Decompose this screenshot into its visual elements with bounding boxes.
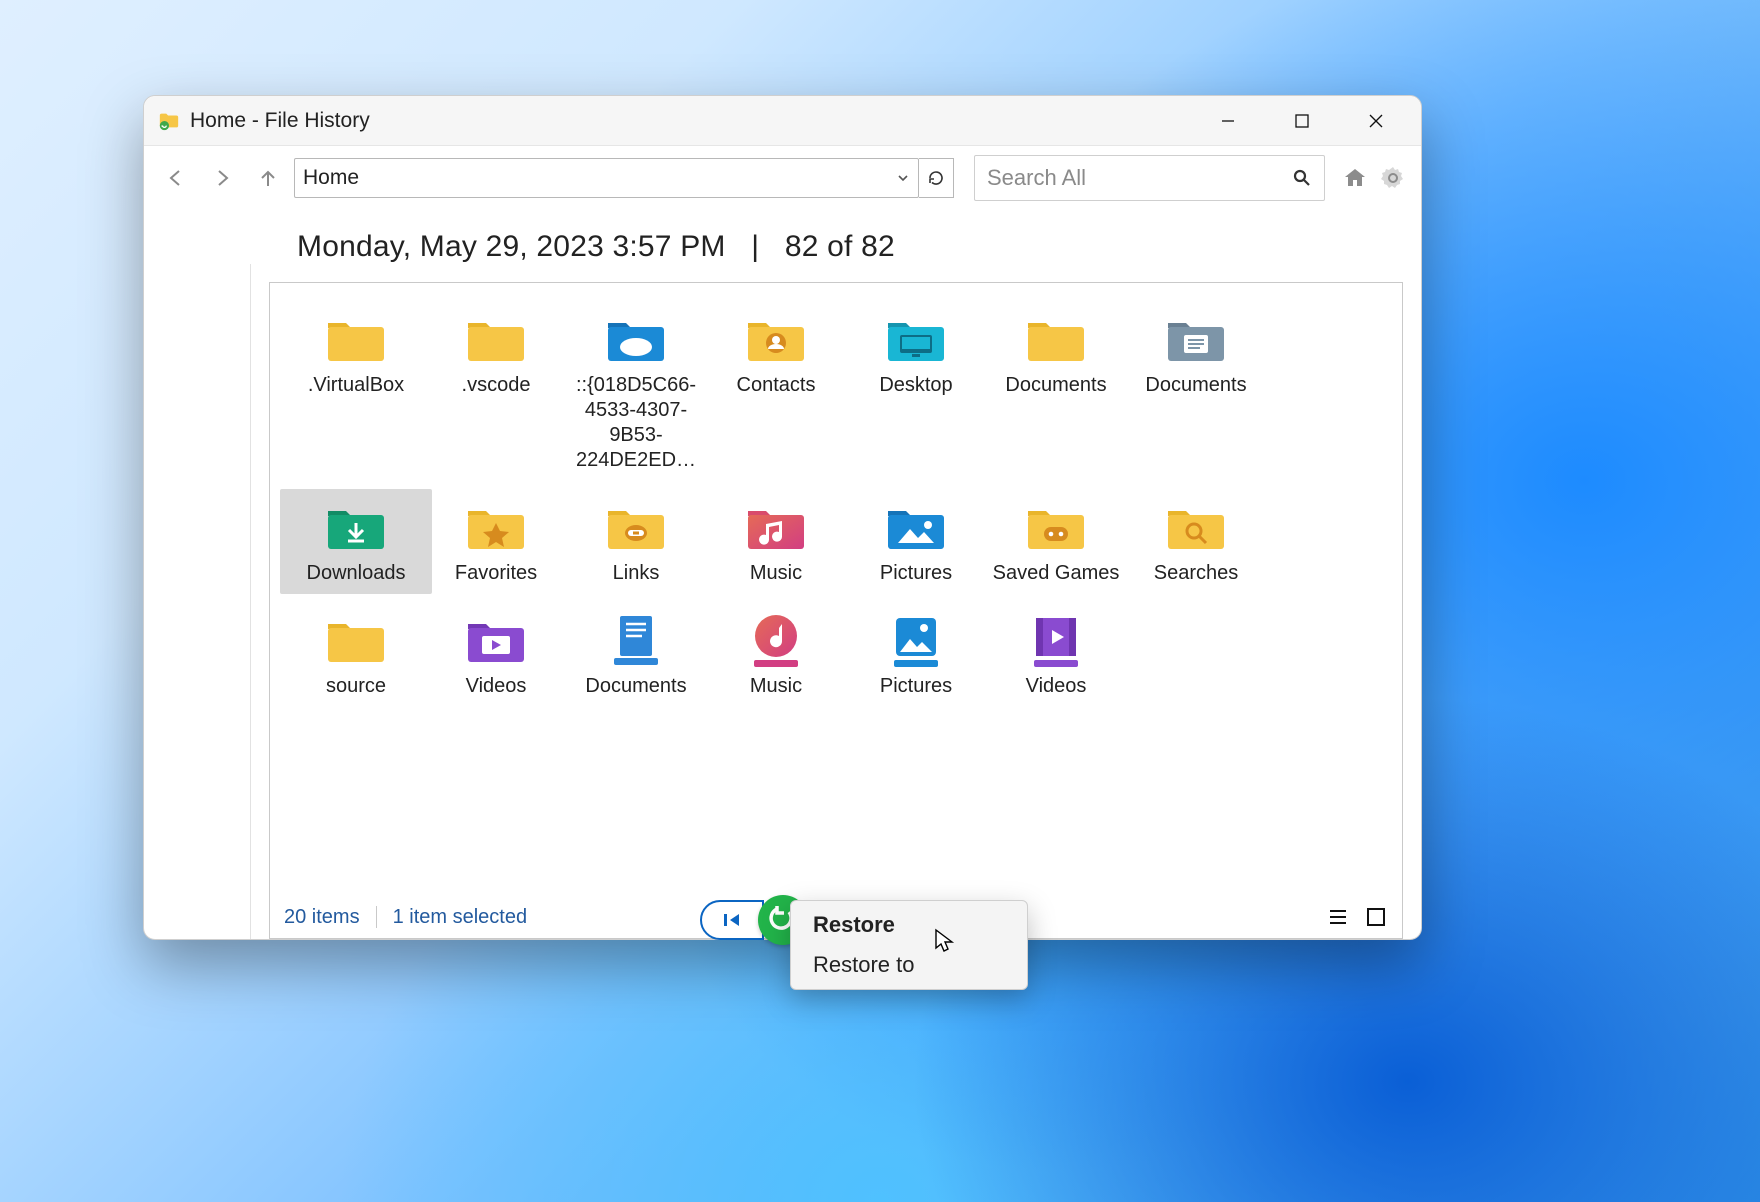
lib-doc-blue-icon: [600, 612, 672, 668]
file-item-label: Documents: [1145, 373, 1246, 398]
desktop-background: Home - File History Home Search All: [0, 0, 1760, 1202]
file-item-label: Videos: [1026, 674, 1087, 699]
file-item[interactable]: source: [280, 602, 432, 707]
app-icon: [158, 110, 180, 132]
file-history-window: Home - File History Home Search All: [143, 95, 1422, 940]
file-item-label: Searches: [1154, 561, 1239, 586]
file-item[interactable]: Favorites: [420, 489, 572, 594]
file-item-label: ::{018D5C66-4533-4307-9B53-224DE2ED…: [571, 373, 701, 473]
folder-yellow-icon: [320, 612, 392, 668]
file-item[interactable]: ::{018D5C66-4533-4307-9B53-224DE2ED…: [560, 301, 712, 481]
file-item-label: Saved Games: [993, 561, 1120, 586]
file-item-label: Links: [613, 561, 660, 586]
file-item-label: source: [326, 674, 386, 699]
search-box[interactable]: Search All: [974, 155, 1325, 201]
status-item-count: 20 items: [284, 906, 360, 929]
view-details-button[interactable]: [1326, 905, 1350, 929]
file-item[interactable]: Music: [700, 602, 852, 707]
folder-contacts-icon: [740, 311, 812, 367]
file-item[interactable]: Pictures: [840, 489, 992, 594]
file-item[interactable]: Pictures: [840, 602, 992, 707]
context-menu-restore[interactable]: Restore: [791, 905, 1027, 945]
folder-desktop-icon: [880, 311, 952, 367]
close-button[interactable]: [1339, 96, 1413, 145]
settings-button[interactable]: [1377, 162, 1409, 194]
file-item-label: Music: [750, 561, 802, 586]
folder-searches-icon: [1160, 499, 1232, 555]
folder-yellow-icon: [1020, 311, 1092, 367]
folder-onedrive-icon: [600, 311, 672, 367]
file-item-label: Desktop: [879, 373, 952, 398]
folder-music-icon: [740, 499, 812, 555]
file-item[interactable]: Videos: [980, 602, 1132, 707]
file-item[interactable]: .VirtualBox: [280, 301, 432, 481]
file-item[interactable]: .vscode: [420, 301, 572, 481]
folder-savedgames-icon: [1020, 499, 1092, 555]
search-placeholder: Search All: [987, 165, 1086, 191]
refresh-button[interactable]: [919, 158, 954, 198]
file-item-label: Documents: [585, 674, 686, 699]
file-item-label: Pictures: [880, 674, 952, 699]
file-item[interactable]: Music: [700, 489, 852, 594]
context-menu-restore-to[interactable]: Restore to: [791, 945, 1027, 985]
search-icon: [1292, 168, 1312, 188]
folder-pictures-icon: [880, 499, 952, 555]
nav-up-button[interactable]: [248, 158, 288, 198]
lib-music-icon: [740, 612, 812, 668]
status-selection: 1 item selected: [393, 906, 528, 929]
lib-videos-icon: [1020, 612, 1092, 668]
folder-videos-icon: [460, 612, 532, 668]
window-controls: [1191, 96, 1413, 145]
file-item[interactable]: Links: [560, 489, 712, 594]
file-item[interactable]: Documents: [980, 301, 1132, 481]
file-item[interactable]: Documents: [1120, 301, 1272, 481]
file-item-label: .VirtualBox: [308, 373, 404, 398]
file-item[interactable]: Videos: [420, 602, 572, 707]
file-item-label: Downloads: [307, 561, 406, 586]
lib-pictures-icon: [880, 612, 952, 668]
address-text: Home: [303, 166, 359, 190]
file-item[interactable]: Documents: [560, 602, 712, 707]
maximize-button[interactable]: [1265, 96, 1339, 145]
window-title: Home - File History: [190, 109, 370, 133]
file-item-label: Music: [750, 674, 802, 699]
previous-version-button[interactable]: [700, 900, 764, 940]
file-grid[interactable]: .VirtualBox .vscode ::{018D5C66-4533-430…: [270, 283, 1402, 896]
address-dropdown-icon[interactable]: [896, 171, 910, 185]
file-item-label: Contacts: [737, 373, 816, 398]
file-item-label: Videos: [466, 674, 527, 699]
context-menu: Restore Restore to: [790, 900, 1028, 990]
folder-yellow-icon: [320, 311, 392, 367]
toolbar: Home Search All: [144, 146, 1421, 210]
snapshot-timestamp: Monday, May 29, 2023 3:57 PM | 82 of 82: [297, 230, 1403, 264]
file-item[interactable]: Saved Games: [980, 489, 1132, 594]
mouse-cursor: [934, 928, 956, 954]
folder-downloads-icon: [320, 499, 392, 555]
address-bar[interactable]: Home: [294, 158, 919, 198]
nav-back-button[interactable]: [156, 158, 196, 198]
view-large-icons-button[interactable]: [1364, 905, 1388, 929]
file-item-label: Documents: [1005, 373, 1106, 398]
titlebar[interactable]: Home - File History: [144, 96, 1421, 146]
tree-pane[interactable]: [144, 264, 251, 939]
file-item[interactable]: Contacts: [700, 301, 852, 481]
home-button[interactable]: [1339, 162, 1371, 194]
file-item-label: Pictures: [880, 561, 952, 586]
library-documents-icon: [1160, 311, 1232, 367]
file-item-label: .vscode: [462, 373, 531, 398]
file-item[interactable]: Downloads: [280, 489, 432, 594]
file-pane: .VirtualBox .vscode ::{018D5C66-4533-430…: [269, 282, 1403, 939]
minimize-button[interactable]: [1191, 96, 1265, 145]
file-item[interactable]: Desktop: [840, 301, 992, 481]
folder-favorites-icon: [460, 499, 532, 555]
nav-forward-button[interactable]: [202, 158, 242, 198]
file-item[interactable]: Searches: [1120, 489, 1272, 594]
file-item-label: Favorites: [455, 561, 537, 586]
folder-links-icon: [600, 499, 672, 555]
folder-yellow-icon: [460, 311, 532, 367]
